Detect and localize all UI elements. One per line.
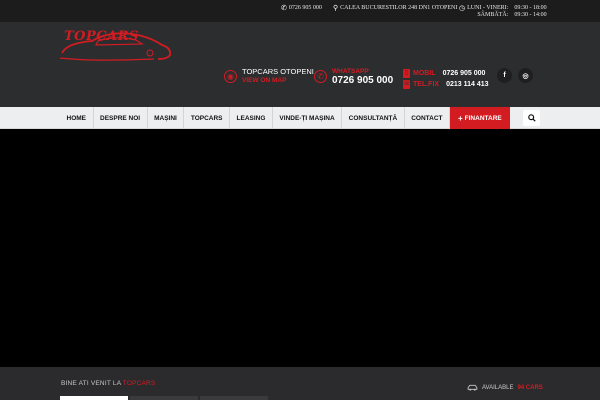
welcome-text: BINE ATI VENIT LA TOPCARS — [61, 380, 155, 387]
car-icon — [467, 384, 478, 391]
topbar-phone-text: 0726 905 000 — [288, 5, 322, 11]
location-title: TOPCARS OTOPENI — [242, 67, 314, 76]
welcome-prefix: BINE ATI VENIT LA — [61, 380, 123, 387]
nav-finantare-button[interactable]: + FINANTARE — [449, 107, 510, 129]
mobil-number[interactable]: 0726 905 000 — [443, 68, 486, 79]
whatsapp-block[interactable]: ✆ WHATSAPP 0726 905 000 — [314, 67, 393, 86]
nav-vinde-masina[interactable]: VINDE-ȚI MAȘINA — [273, 107, 343, 129]
topbar-address-text: CALEA BUCURESTILOR 248 DN1 OTOPENI — [340, 5, 458, 11]
topbar-phone[interactable]: ✆ 0726 905 000 — [281, 5, 322, 12]
clock-icon: ◷ — [459, 4, 466, 12]
whatsapp-number[interactable]: 0726 905 000 — [332, 76, 393, 86]
mobile-phone-icon: ▯ — [403, 69, 410, 78]
telfix-row[interactable]: ☏ TEL.FIX 0213 114 413 — [403, 79, 489, 90]
hours-time-2: 09:30 - 14:00 — [514, 12, 547, 18]
nav-despre-noi[interactable]: DESPRE NOI — [94, 107, 148, 129]
available-cars: AVAILABLE 94 CARS — [467, 384, 543, 391]
nav-leasing[interactable]: LEASING — [230, 107, 273, 129]
plus-icon: + — [457, 113, 463, 123]
phone-icon: ✆ — [281, 4, 287, 12]
search-tabs — [60, 396, 268, 400]
topbar-address[interactable]: ⚲ CALEA BUCURESTILOR 248 DN1 OTOPENI — [333, 5, 457, 12]
top-bar: ✆ 0726 905 000 ⚲ CALEA BUCURESTILOR 248 … — [0, 0, 600, 22]
hero-area — [0, 129, 600, 367]
hours-day-2: SÂMBĂTĂ: — [477, 12, 509, 18]
nav-consultanta[interactable]: CONSULTANȚĂ — [342, 107, 405, 129]
instagram-icon[interactable]: ◎ — [518, 68, 533, 83]
hours-time-1: 09:30 - 18:00 — [514, 5, 547, 11]
search-button[interactable] — [523, 110, 540, 126]
phone-numbers: ▯ MOBIL 0726 905 000 ☏ TEL.FIX 0213 114 … — [403, 68, 489, 90]
search-icon — [527, 114, 536, 122]
nav-topcars[interactable]: TOPCARS — [184, 107, 231, 129]
available-count: 94 CARS — [517, 384, 543, 391]
hours-day-1: LUNI - VINERI: — [467, 5, 509, 11]
mobil-row[interactable]: ▯ MOBIL 0726 905 000 — [403, 68, 489, 79]
nav-contact[interactable]: CONTACT — [405, 107, 450, 129]
landline-phone-icon: ☏ — [403, 80, 411, 89]
available-prefix: AVAILABLE — [482, 384, 514, 391]
location-block[interactable]: ◉ TOPCARS OTOPENI VIEW ON MAP — [224, 67, 314, 85]
site-header: TOPCARS ◉ TOPCARS OTOPENI VIEW ON MAP ✆ … — [0, 22, 600, 107]
logo-text: TOPCARS — [64, 29, 139, 44]
search-tab-1[interactable] — [60, 396, 128, 400]
view-on-map-link[interactable]: VIEW ON MAP — [242, 76, 314, 85]
location-icon: ◉ — [224, 69, 237, 83]
finantare-label: FINANTARE — [464, 114, 502, 122]
facebook-icon[interactable]: f — [497, 68, 512, 83]
topbar-hours: ◷ LUNI - VINERI: 09:30 - 18:00 SÂMBĂTĂ: … — [459, 5, 547, 19]
search-tab-3[interactable] — [200, 396, 268, 400]
welcome-brand: TOPCARS — [122, 380, 156, 387]
nav-masini[interactable]: MAȘINI — [148, 107, 185, 129]
telfix-label: TEL.FIX — [413, 81, 440, 88]
whatsapp-icon: ✆ — [314, 70, 327, 83]
mobil-label: MOBIL — [413, 70, 436, 77]
telfix-number[interactable]: 0213 114 413 — [446, 79, 488, 90]
search-tab-2[interactable] — [130, 396, 198, 400]
map-pin-icon: ⚲ — [333, 4, 339, 12]
nav-home[interactable]: HOME — [60, 107, 94, 129]
main-nav: HOME DESPRE NOI MAȘINI TOPCARS LEASING V… — [0, 107, 600, 129]
